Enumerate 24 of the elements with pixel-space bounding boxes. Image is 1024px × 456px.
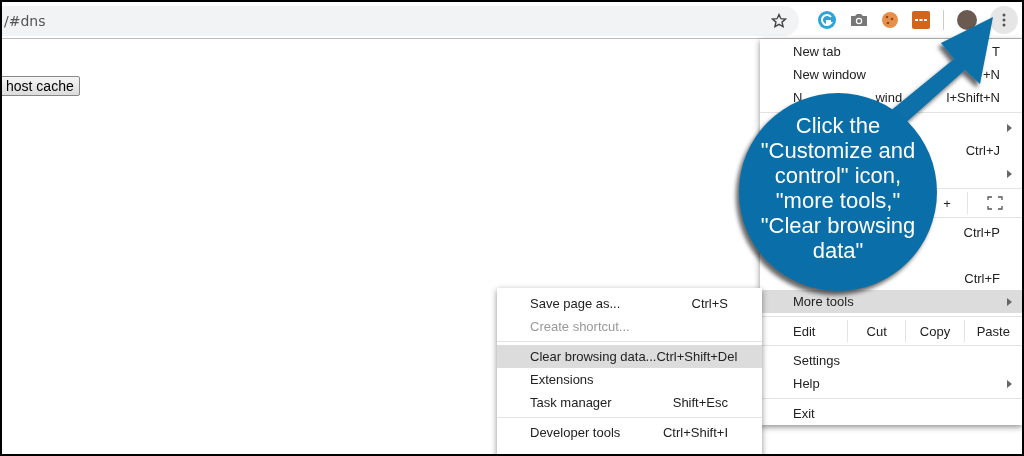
menu-item-label: Create shortcut...: [530, 319, 630, 334]
menu-item-label: Help: [793, 376, 820, 391]
menu-item-label: N: [793, 90, 803, 105]
url-text: /#dns: [4, 13, 46, 29]
menu-item-label: More tools: [793, 294, 854, 309]
menu-item-label: Save page as...: [530, 296, 621, 311]
menu-item-label: Exit: [793, 406, 815, 421]
menu-item-label: Task manager: [530, 395, 612, 410]
menu-item-label: New window: [793, 67, 866, 82]
menu-item-label: Extensions: [530, 372, 594, 387]
shortcut-text: Ctrl+S: [691, 296, 728, 311]
shortcut-text: Ctrl+Shift+I: [662, 425, 728, 440]
shortcut-text: l+Shift+N: [946, 90, 1000, 105]
shortcut-text: +N: [983, 67, 1000, 82]
menu-item-label: Clear browsing data...: [530, 349, 657, 364]
shortcut-text: Ctrl+F: [964, 271, 1000, 286]
menu-item-label: New tab: [793, 44, 841, 59]
menu-item-label: wind: [875, 90, 903, 105]
shortcut-text: Shift+Esc: [672, 395, 728, 410]
shortcut-text: Ctrl+Shift+Del: [656, 349, 738, 364]
menu-item-label: Settings: [793, 353, 840, 368]
shortcut-text: T: [992, 44, 1000, 59]
menu-item-label: Edit: [792, 323, 817, 339]
menu-item-label: Developer tools: [530, 425, 621, 440]
